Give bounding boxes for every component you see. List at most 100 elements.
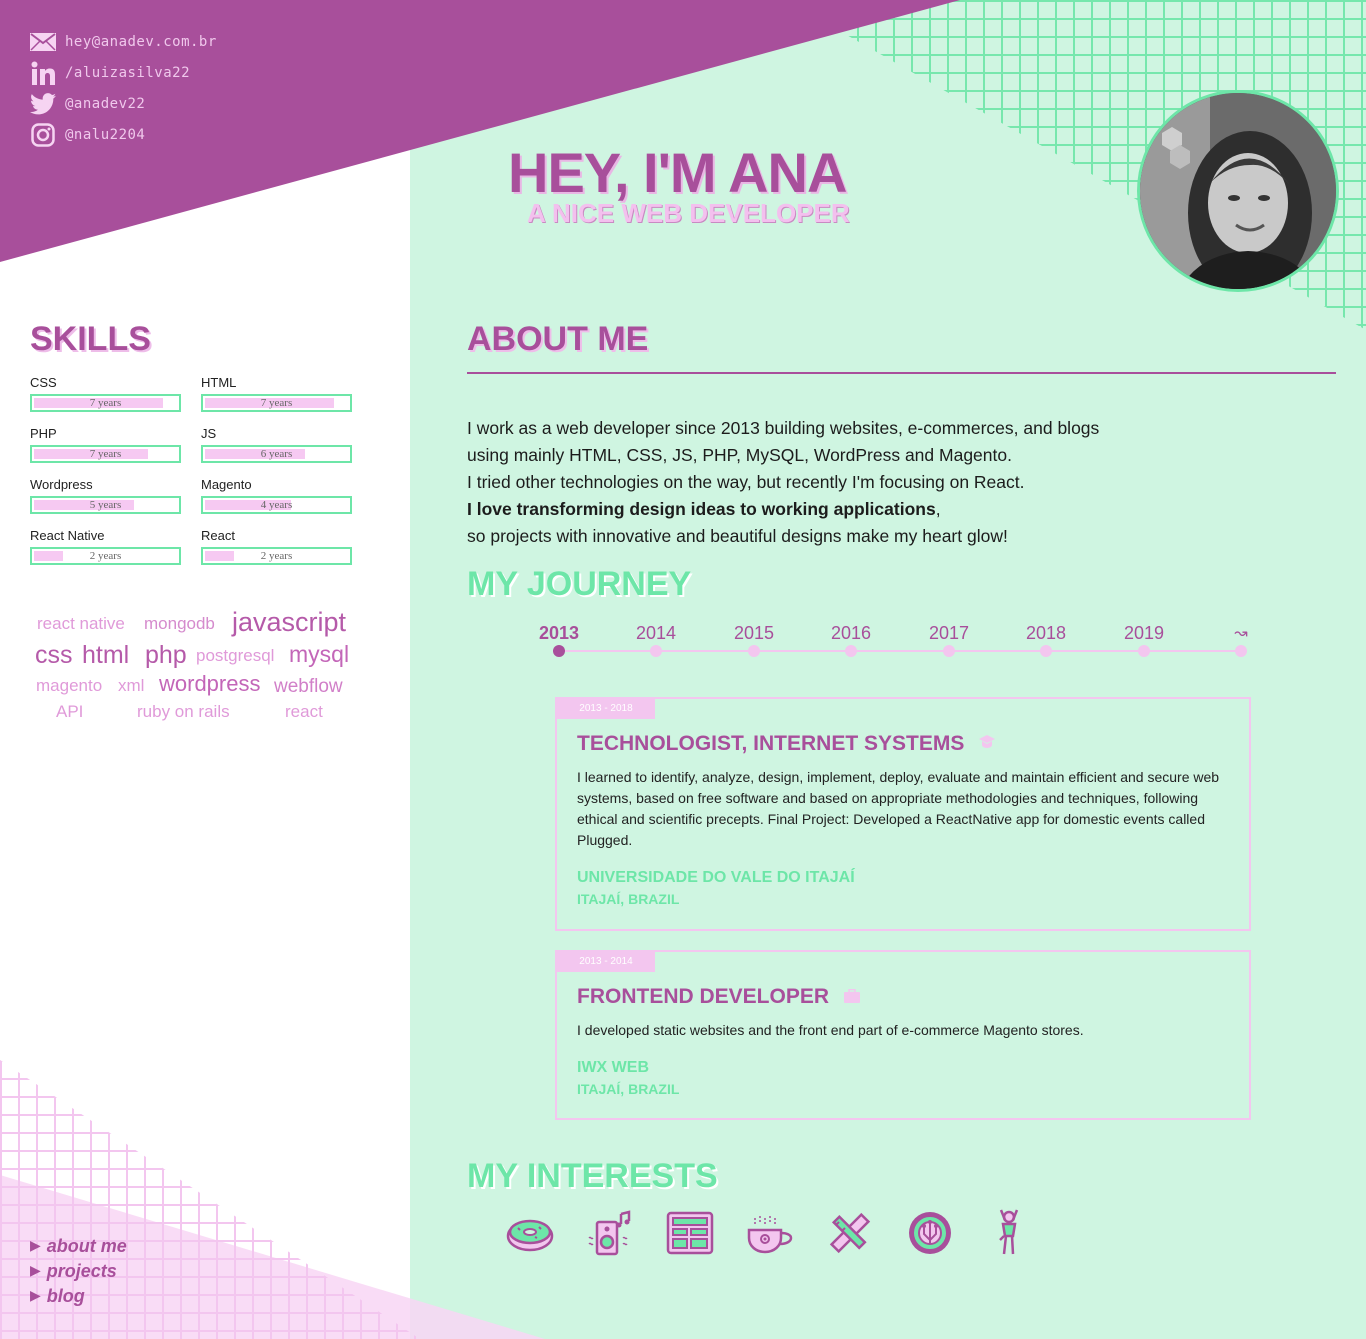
timeline-dot[interactable] bbox=[650, 645, 662, 657]
skill-bar: 2 years bbox=[201, 547, 352, 565]
skill-bar: 6 years bbox=[201, 445, 352, 463]
card-title: TECHNOLOGIST, INTERNET SYSTEMS bbox=[577, 732, 996, 756]
dancer-icon bbox=[985, 1208, 1035, 1258]
timeline-dot[interactable] bbox=[1040, 645, 1052, 657]
tag-react-native[interactable]: react native bbox=[37, 615, 125, 632]
skill-js: JS 6 years bbox=[201, 426, 352, 463]
card-title-text: TECHNOLOGIST, INTERNET SYSTEMS bbox=[577, 732, 965, 755]
skill-years: 5 years bbox=[89, 499, 122, 511]
timeline-dot[interactable] bbox=[1138, 645, 1150, 657]
skill-name: CSS bbox=[30, 375, 57, 390]
nav-label: about me bbox=[46, 1235, 127, 1256]
triangle-right-icon: ▶ bbox=[30, 1238, 41, 1254]
contact-linkedin-text: /aluizasilva22 bbox=[65, 65, 191, 81]
instagram-icon bbox=[30, 123, 56, 147]
skill-name: Magento bbox=[201, 477, 252, 492]
timeline-year-2013[interactable]: 2013 bbox=[539, 623, 579, 644]
timeline-year-2014[interactable]: 2014 bbox=[636, 623, 676, 644]
about-line: I work as a web developer since 2013 bui… bbox=[467, 418, 1100, 438]
timeline-year-2018[interactable]: 2018 bbox=[1026, 623, 1066, 644]
skills-heading: SKILLS bbox=[30, 320, 151, 358]
tag-magento[interactable]: magento bbox=[36, 677, 102, 694]
about-highlight: I love transforming design ideas to work… bbox=[467, 499, 936, 519]
skill-bar: 5 years bbox=[30, 496, 181, 514]
linkedin-icon bbox=[30, 61, 56, 85]
skill-react-native: React Native 2 years bbox=[30, 528, 181, 565]
hero-subtitle: A NICE WEB DEVELOPER bbox=[527, 198, 850, 228]
tag-php[interactable]: php bbox=[145, 643, 187, 668]
about-comma: , bbox=[935, 499, 941, 519]
twitter-icon bbox=[30, 92, 56, 116]
about-line: so projects with innovative and beautifu… bbox=[467, 526, 1008, 546]
skill-php: PHP 7 years bbox=[30, 426, 181, 463]
timeline-year-2015[interactable]: 2015 bbox=[734, 623, 774, 644]
card-location: ITAJAÍ, BRAZIL bbox=[577, 1081, 680, 1097]
journey-heading: MY JOURNEY bbox=[467, 565, 692, 603]
timeline-year-2017[interactable]: 2017 bbox=[929, 623, 969, 644]
tag-xml[interactable]: xml bbox=[118, 677, 144, 694]
skill-name: React bbox=[201, 528, 235, 543]
pencil-ruler-icon bbox=[825, 1208, 875, 1258]
nav-about-me[interactable]: ▶ about me bbox=[30, 1234, 127, 1258]
skill-years: 6 years bbox=[260, 448, 293, 460]
tag-wordpress[interactable]: wordpress bbox=[159, 673, 260, 695]
about-heading: ABOUT ME bbox=[467, 320, 649, 358]
tag-mysql[interactable]: mysql bbox=[289, 643, 349, 666]
nav-projects[interactable]: ▶ projects bbox=[30, 1259, 117, 1283]
journey-card-job: 2013 - 2014 FRONTEND DEVELOPER I develop… bbox=[555, 950, 1251, 1120]
skill-years: 7 years bbox=[89, 448, 122, 460]
triangle-right-icon: ▶ bbox=[30, 1288, 41, 1304]
contact-instagram-text: @nalu2204 bbox=[65, 127, 146, 143]
timeline-year-2019[interactable]: 2019 bbox=[1124, 623, 1164, 644]
about-line: I tried other technologies on the way, b… bbox=[467, 472, 1025, 492]
skill-name: HTML bbox=[201, 375, 237, 390]
briefcase-icon bbox=[843, 985, 861, 1009]
tag-css[interactable]: css bbox=[35, 643, 73, 668]
timeline-dot[interactable] bbox=[748, 645, 760, 657]
skill-react: React 2 years bbox=[201, 528, 352, 565]
timeline-dot[interactable] bbox=[845, 645, 857, 657]
tag-javascript[interactable]: javascript bbox=[232, 609, 346, 636]
card-period: 2013 - 2014 bbox=[557, 952, 655, 972]
card-description: I learned to identify, analyze, design, … bbox=[577, 769, 1220, 848]
coffee-cup-icon bbox=[745, 1208, 795, 1258]
donut-icon bbox=[505, 1208, 555, 1258]
contact-twitter[interactable]: @anadev22 bbox=[30, 91, 145, 117]
skill-wordpress: Wordpress 5 years bbox=[30, 477, 181, 514]
timeline-dot[interactable] bbox=[943, 645, 955, 657]
graduation-cap-icon bbox=[978, 732, 996, 756]
skill-years: 4 years bbox=[260, 499, 293, 511]
skill-html: HTML 7 years bbox=[201, 375, 352, 412]
card-organization: IWX WEB bbox=[577, 1059, 649, 1076]
spreadsheet-icon bbox=[665, 1208, 715, 1258]
hero-title: HEY, I'M ANA bbox=[508, 141, 847, 204]
card-location: ITAJAÍ, BRAZIL bbox=[577, 891, 680, 907]
nav-blog[interactable]: ▶ blog bbox=[30, 1284, 85, 1308]
contact-instagram[interactable]: @nalu2204 bbox=[30, 122, 145, 148]
tag-html[interactable]: html bbox=[82, 643, 129, 668]
timeline-dot[interactable] bbox=[1235, 645, 1247, 657]
card-description: I developed static websites and the fron… bbox=[577, 1022, 1084, 1038]
timeline-dot-active[interactable] bbox=[553, 645, 565, 657]
about-line: using mainly HTML, CSS, JS, PHP, MySQL, … bbox=[467, 445, 1012, 465]
skill-bar: 7 years bbox=[30, 394, 181, 412]
tag-ruby-on-rails[interactable]: ruby on rails bbox=[137, 703, 230, 720]
skill-bar: 7 years bbox=[201, 394, 352, 412]
tag-postgresql[interactable]: postgresql bbox=[196, 647, 274, 664]
contact-twitter-text: @anadev22 bbox=[65, 96, 146, 112]
skill-bar: 7 years bbox=[30, 445, 181, 463]
skill-years: 7 years bbox=[260, 397, 293, 409]
tag-react[interactable]: react bbox=[285, 703, 323, 720]
contact-email[interactable]: hey@anadev.com.br bbox=[30, 29, 217, 55]
tag-webflow[interactable]: webflow bbox=[274, 677, 343, 696]
card-organization: UNIVERSIDADE DO VALE DO ITAJAÍ bbox=[577, 869, 855, 886]
card-period: 2013 - 2018 bbox=[557, 699, 655, 719]
skill-magento: Magento 4 years bbox=[201, 477, 352, 514]
skill-name: JS bbox=[201, 426, 217, 441]
tag-mongodb[interactable]: mongodb bbox=[144, 615, 215, 632]
contact-linkedin[interactable]: /aluizasilva22 bbox=[30, 60, 190, 86]
journey-card-education: 2013 - 2018 TECHNOLOGIST, INTERNET SYSTE… bbox=[555, 697, 1251, 931]
tag-api[interactable]: API bbox=[56, 703, 83, 720]
timeline-year-2016[interactable]: 2016 bbox=[831, 623, 871, 644]
timeline-more-icon[interactable]: ↝ bbox=[1234, 623, 1247, 643]
